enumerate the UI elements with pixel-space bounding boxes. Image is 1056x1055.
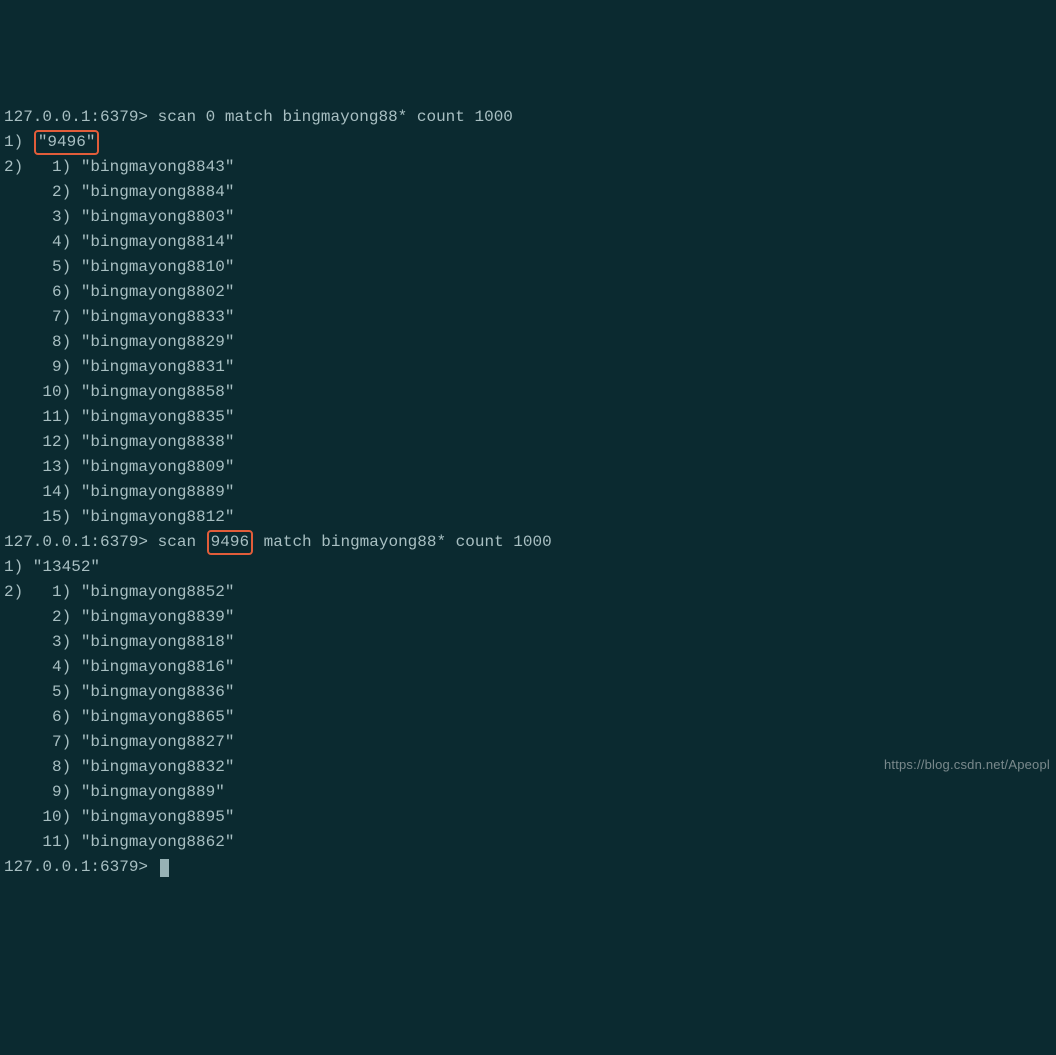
item-index: 13) xyxy=(4,458,81,476)
result-value: "bingmayong8816" xyxy=(81,658,235,676)
result-value: "bingmayong8835" xyxy=(81,408,235,426)
result-index: 1) xyxy=(4,130,33,155)
result-value: "bingmayong8829" xyxy=(81,333,235,351)
highlight-scan-cursor: 9496 xyxy=(207,530,253,555)
result-value: "bingmayong8843" xyxy=(81,158,235,176)
item-index: 5) xyxy=(4,683,81,701)
watermark-text: https://blog.csdn.net/Apeopl xyxy=(884,752,1050,777)
result-value: "bingmayong8832" xyxy=(81,758,235,776)
highlight-cursor-9496: "9496" xyxy=(34,130,100,155)
result-value: "bingmayong8803" xyxy=(81,208,235,226)
scan-cursor-arg: 9496 xyxy=(211,533,249,551)
cursor-value-1: "9496" xyxy=(38,133,96,151)
item-index: 7) xyxy=(4,308,81,326)
result-value: "bingmayong8895" xyxy=(81,808,235,826)
result-value: "bingmayong8827" xyxy=(81,733,235,751)
item-index: 10) xyxy=(4,383,81,401)
result-value: "bingmayong8852" xyxy=(81,583,235,601)
item-index: 7) xyxy=(4,733,81,751)
terminal-cursor[interactable] xyxy=(160,859,169,877)
item-index: 1) xyxy=(42,583,80,601)
result-value: "bingmayong8802" xyxy=(81,283,235,301)
item-index: 2) xyxy=(4,608,81,626)
list-indicator: 2) xyxy=(4,158,42,176)
result-value: "bingmayong8814" xyxy=(81,233,235,251)
item-index: 15) xyxy=(4,508,81,526)
scan-cmd2-post: match bingmayong88* count 1000 xyxy=(254,530,552,555)
result-value: "bingmayong8810" xyxy=(81,258,235,276)
item-index: 11) xyxy=(4,408,81,426)
result-value: "bingmayong8831" xyxy=(81,358,235,376)
item-index: 4) xyxy=(4,658,81,676)
item-index: 6) xyxy=(4,283,81,301)
item-index: 11) xyxy=(4,833,81,851)
item-index: 2) xyxy=(4,183,81,201)
item-index: 14) xyxy=(4,483,81,501)
result-value: "bingmayong8889" xyxy=(81,483,235,501)
redis-prompt: 127.0.0.1:6379> xyxy=(4,530,148,555)
result-index: 1) xyxy=(4,558,23,576)
result-value: "bingmayong8839" xyxy=(81,608,235,626)
result-value: "bingmayong8809" xyxy=(81,458,235,476)
item-index: 9) xyxy=(4,358,81,376)
item-index: 10) xyxy=(4,808,81,826)
redis-prompt: 127.0.0.1:6379> xyxy=(4,855,158,880)
item-index: 3) xyxy=(4,208,81,226)
list-indicator: 2) xyxy=(4,583,42,601)
item-index: 9) xyxy=(4,783,81,801)
scan-command-1: scan 0 match bingmayong88* count 1000 xyxy=(148,108,513,126)
result-value: "bingmayong8812" xyxy=(81,508,235,526)
item-index: 8) xyxy=(4,758,81,776)
result-value: "bingmayong8862" xyxy=(81,833,235,851)
result-value: "bingmayong8865" xyxy=(81,708,235,726)
result-value: "bingmayong8818" xyxy=(81,633,235,651)
result-value: "bingmayong8838" xyxy=(81,433,235,451)
item-index: 1) xyxy=(42,158,80,176)
scan-cmd2-pre: scan xyxy=(148,530,206,555)
item-index: 8) xyxy=(4,333,81,351)
redis-prompt: 127.0.0.1:6379> xyxy=(4,108,148,126)
item-index: 4) xyxy=(4,233,81,251)
item-index: 3) xyxy=(4,633,81,651)
result-value: "bingmayong8836" xyxy=(81,683,235,701)
item-index: 6) xyxy=(4,708,81,726)
result-value: "bingmayong8833" xyxy=(81,308,235,326)
item-index: 5) xyxy=(4,258,81,276)
item-index: 12) xyxy=(4,433,81,451)
result-value: "bingmayong8884" xyxy=(81,183,235,201)
cursor-value-2: "13452" xyxy=(23,558,100,576)
result-value: "bingmayong889" xyxy=(81,783,225,801)
result-value: "bingmayong8858" xyxy=(81,383,235,401)
